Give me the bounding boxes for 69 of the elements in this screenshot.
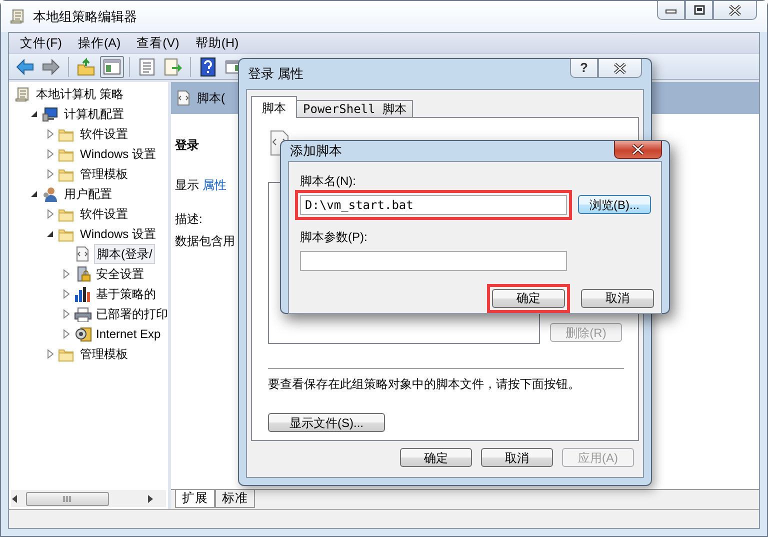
scroll-right-icon[interactable]: [146, 494, 154, 502]
input-field[interactable]: D:\vm_start.bat: [300, 194, 567, 214]
menu-item[interactable]: 操作(A): [72, 34, 126, 52]
properties-icon: [137, 56, 157, 76]
forward-arrow-icon: [41, 56, 61, 76]
horizontal-scrollbar[interactable]: [11, 490, 166, 507]
dialog-button[interactable]: 确定: [492, 288, 565, 308]
grip-icon: [63, 496, 72, 502]
console-tree-button[interactable]: [100, 56, 124, 78]
printer-icon: [74, 306, 92, 322]
menu-item[interactable]: 文件(F): [15, 34, 67, 52]
tree-item[interactable]: Windows 设置: [78, 225, 158, 243]
detail-title: 登录: [175, 137, 199, 154]
description-text: 数据包含用: [175, 233, 235, 250]
description-label: 描述:: [175, 211, 202, 228]
tree-item[interactable]: 已部署的打印: [94, 305, 170, 323]
close-button[interactable]: [598, 59, 642, 78]
script-icon: [175, 90, 191, 106]
minimize-button[interactable]: [657, 1, 685, 20]
note-text: 要查看保存在此组策略对象中的脚本文件，请按下面按钮。: [268, 376, 581, 393]
user-icon: [42, 186, 60, 202]
back-arrow-icon: [15, 56, 35, 76]
folder-up-icon: [76, 56, 96, 76]
browse-button[interactable]: 浏览(B)...: [578, 195, 651, 214]
tree-item[interactable]: 基于策略的: [94, 285, 158, 303]
tree-item[interactable]: 本地计算机 策略: [34, 85, 126, 103]
help-icon: [198, 56, 218, 76]
tree-item[interactable]: Windows 设置: [78, 145, 158, 163]
dialog-title: 添加脚本: [290, 142, 342, 160]
tree-item[interactable]: 管理模板: [78, 165, 130, 183]
menu-item[interactable]: 查看(V): [132, 34, 184, 52]
view-tab[interactable]: 扩展: [175, 490, 215, 508]
tree-item[interactable]: 用户配置: [62, 185, 114, 203]
bar-chart-icon: [74, 286, 92, 302]
input-field[interactable]: [300, 250, 567, 270]
tree-item[interactable]: 脚本(登录/: [94, 244, 156, 264]
view-tab[interactable]: 标准: [215, 490, 255, 508]
dialog-title: 登录 属性: [248, 65, 304, 84]
close-icon: [631, 144, 645, 155]
maximize-icon: [694, 5, 704, 15]
dialog-tab[interactable]: 脚本: [251, 96, 297, 118]
tree-item[interactable]: 软件设置: [78, 125, 130, 143]
tree-item[interactable]: 计算机配置: [62, 105, 126, 123]
scroll-left-icon[interactable]: [11, 494, 19, 502]
window-title: 本地组策略编辑器: [33, 8, 137, 26]
computer-icon: [42, 106, 60, 122]
properties-link[interactable]: 属性: [202, 178, 226, 192]
help-button[interactable]: ?: [570, 59, 598, 78]
close-icon: [613, 62, 627, 74]
field-label: 脚本名(N):: [300, 172, 357, 190]
close-button[interactable]: [614, 141, 662, 159]
tree-item[interactable]: Internet Exp: [94, 325, 163, 343]
close-button[interactable]: [713, 1, 757, 20]
dialog-tab[interactable]: PowerShell 脚本: [296, 100, 414, 118]
close-icon: [728, 4, 742, 16]
dialog-button[interactable]: 取消: [481, 448, 553, 467]
dialog-button[interactable]: 确定: [400, 448, 472, 467]
tree-item[interactable]: 软件设置: [78, 205, 130, 223]
console-tree-icon: [102, 56, 122, 76]
show-label: 显示: [175, 178, 199, 192]
maximize-button[interactable]: [685, 1, 713, 20]
show-files-button[interactable]: 显示文件(S)...: [268, 413, 385, 432]
tree-item[interactable]: 安全设置: [94, 265, 146, 283]
menu-item[interactable]: 帮助(H): [190, 34, 244, 52]
export-list-icon: [163, 56, 183, 76]
tree-item[interactable]: 管理模板: [78, 345, 130, 363]
dialog-button[interactable]: 取消: [581, 288, 654, 308]
field-label: 脚本参数(P):: [300, 228, 368, 246]
header-title: 脚本(: [197, 90, 225, 107]
